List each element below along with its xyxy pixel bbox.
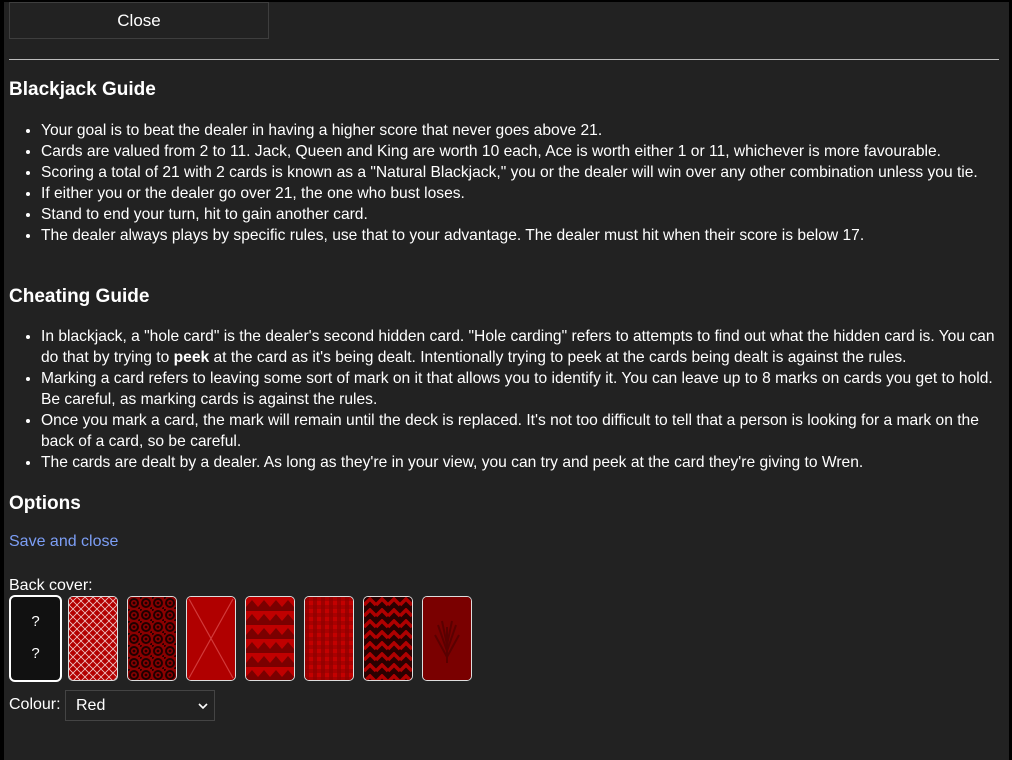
- list-item: If either you or the dealer go over 21, …: [41, 183, 1012, 204]
- list-item: The dealer always plays by specific rule…: [41, 225, 1012, 246]
- cheating-guide-heading: Cheating Guide: [9, 286, 150, 307]
- card-back-option-plaid[interactable]: [304, 596, 354, 681]
- back-cover-label: Back cover:: [9, 577, 93, 594]
- chevron-pattern-icon: [364, 597, 412, 680]
- divider: [9, 59, 999, 60]
- card-back-option-chevron[interactable]: [363, 596, 413, 681]
- blackjack-guide-list: Your goal is to beat the dealer in havin…: [9, 120, 1012, 246]
- close-button[interactable]: Close: [9, 2, 269, 39]
- cross-pattern-icon: [187, 597, 235, 680]
- card-back-option-zigzag[interactable]: [245, 596, 295, 681]
- list-item: Marking a card refers to leaving some so…: [41, 368, 1012, 410]
- list-item: Stand to end your turn, hit to gain anot…: [41, 204, 1012, 225]
- options-heading: Options: [9, 493, 81, 514]
- cheating-guide-list: In blackjack, a "hole card" is the deale…: [9, 326, 1012, 473]
- list-item-text: at the card as it's being dealt. Intenti…: [209, 349, 907, 366]
- card-back-option-ornate[interactable]: [127, 596, 177, 681]
- blackjack-guide-heading: Blackjack Guide: [9, 79, 156, 100]
- list-item: Your goal is to beat the dealer in havin…: [41, 120, 1012, 141]
- feather-pattern-icon: [423, 597, 471, 680]
- colour-label: Colour:: [9, 696, 61, 713]
- card-back-option-cross[interactable]: [186, 596, 236, 681]
- list-item: Scoring a total of 21 with 2 cards is kn…: [41, 162, 1012, 183]
- chevron-down-icon: [198, 703, 208, 710]
- zigzag-pattern-icon: [246, 597, 294, 680]
- colour-select-value: Red: [76, 696, 106, 714]
- peek-keyword: peek: [173, 349, 210, 366]
- card-back-option-feather[interactable]: [422, 596, 472, 681]
- card-back-option-unknown[interactable]: ? ?: [9, 595, 62, 682]
- colour-select[interactable]: Red: [65, 690, 215, 721]
- ornate-pattern-icon: [128, 597, 176, 680]
- list-item: The cards are dealt by a dealer. As long…: [41, 452, 1012, 473]
- list-item: Once you mark a card, the mark will rema…: [41, 410, 1012, 452]
- question-mark-icon: ?: [31, 645, 40, 662]
- plaid-pattern-icon: [305, 597, 353, 680]
- lattice-pattern-icon: [69, 597, 117, 680]
- save-and-close-link[interactable]: Save and close: [9, 532, 118, 552]
- list-item: In blackjack, a "hole card" is the deale…: [41, 326, 1012, 368]
- question-mark-icon: ?: [31, 613, 40, 630]
- card-back-option-lattice[interactable]: [68, 596, 118, 681]
- list-item: Cards are valued from 2 to 11. Jack, Que…: [41, 141, 1012, 162]
